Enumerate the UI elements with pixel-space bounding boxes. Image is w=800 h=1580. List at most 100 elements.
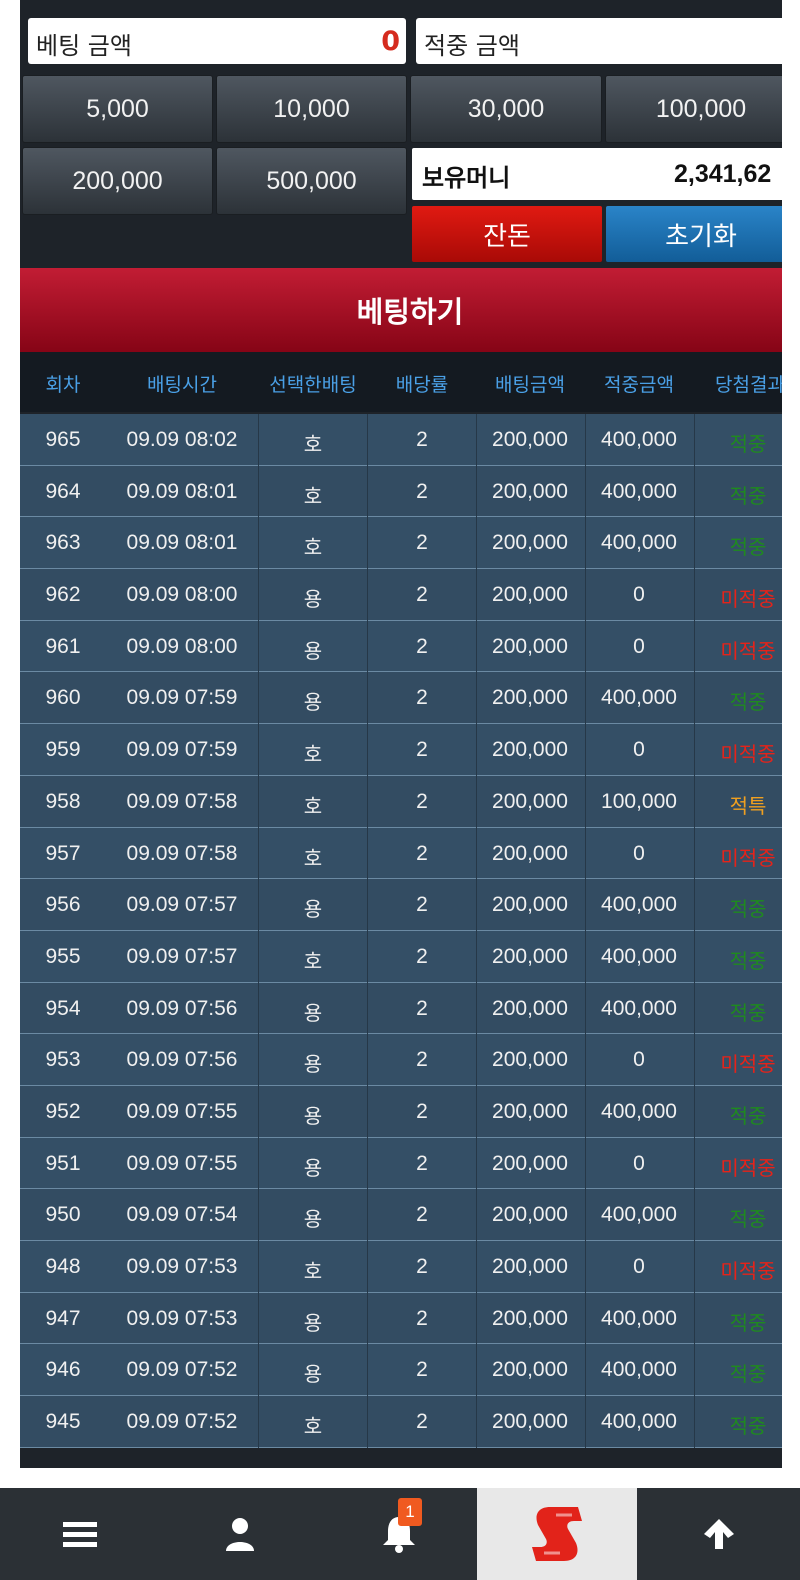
cell-pick: 호 <box>303 432 323 456</box>
cell-round: 946 <box>45 1358 81 1382</box>
cell-win-amount: 400,000 <box>601 1203 677 1227</box>
table-row: 946 09.09 07:52 용 2 200,000 400,000 적중 <box>20 1344 782 1397</box>
cell-win-amount: 0 <box>633 1151 645 1175</box>
cell-result: 적중 <box>729 1310 767 1335</box>
cell-result: 적중 <box>729 1207 767 1232</box>
table-row: 952 09.09 07:55 용 2 200,000 400,000 적중 <box>20 1085 782 1138</box>
cell-bet-amount: 200,000 <box>492 738 568 762</box>
cell-result: 적중 <box>729 483 767 508</box>
cell-win-amount: 400,000 <box>601 686 677 710</box>
chip-button-100000[interactable]: 100,000 <box>605 75 782 143</box>
table-row: 955 09.09 07:57 호 2 200,000 400,000 적중 <box>20 930 782 983</box>
header-round: 회차 <box>45 374 81 396</box>
column-divider <box>694 414 695 1448</box>
nav-scroll-top-button[interactable] <box>637 1488 800 1580</box>
cell-bet-amount: 200,000 <box>492 531 568 555</box>
cell-round: 963 <box>45 531 81 555</box>
cell-result: 적중 <box>729 1414 767 1439</box>
cell-odds: 2 <box>416 428 428 451</box>
header-time: 배팅시간 <box>147 374 217 396</box>
cell-result: 적중 <box>729 1362 767 1387</box>
logo-s-icon <box>532 1507 582 1561</box>
cell-time: 09.09 08:01 <box>126 531 238 555</box>
change-button[interactable]: 잔돈 <box>412 206 602 262</box>
nav-user-button[interactable] <box>160 1488 320 1580</box>
cell-time: 09.09 07:59 <box>126 686 238 710</box>
cell-result: 적중 <box>729 535 767 560</box>
cell-bet-amount: 200,000 <box>492 944 568 968</box>
chip-button-5000[interactable]: 5,000 <box>22 75 213 143</box>
table-row: 947 09.09 07:53 용 2 200,000 400,000 적중 <box>20 1292 782 1345</box>
cell-pick: 용 <box>303 1155 323 1180</box>
holding-money-value: 2,341,62 <box>674 160 772 188</box>
cell-bet-amount: 200,000 <box>492 841 568 865</box>
cell-win-amount: 0 <box>633 1255 645 1278</box>
cell-pick: 호 <box>303 742 323 767</box>
column-divider <box>585 414 586 1448</box>
cell-time: 09.09 07:56 <box>126 996 238 1020</box>
cell-result: 미적중 <box>720 742 776 767</box>
cell-round: 960 <box>45 686 81 710</box>
cell-pick: 호 <box>303 793 323 818</box>
cell-time: 09.09 08:00 <box>126 583 238 607</box>
cell-pick: 용 <box>303 1052 323 1077</box>
cell-odds: 2 <box>416 893 428 917</box>
cell-result: 미적중 <box>720 845 776 870</box>
table-row: 953 09.09 07:56 용 2 200,000 0 미적중 <box>20 1034 782 1086</box>
header-pick: 선택한배팅 <box>269 374 357 396</box>
cell-pick: 용 <box>303 690 323 715</box>
chip-button-10000[interactable]: 10,000 <box>216 75 407 143</box>
table-row: 959 09.09 07:59 호 2 200,000 0 미적중 <box>20 724 782 776</box>
holding-money-box: 보유머니 2,341,62 <box>412 148 782 200</box>
table-row: 960 09.09 07:59 용 2 200,000 400,000 적중 <box>20 672 782 725</box>
history-table-body: 965 09.09 08:02 호 2 200,000 400,000 적중 964 09.09… <box>20 414 782 1448</box>
table-row: 963 09.09 08:01 호 2 200,000 400,000 적중 <box>20 517 782 570</box>
cell-time: 09.09 07:57 <box>126 893 238 917</box>
chip-button-200000[interactable]: 200,000 <box>22 147 213 215</box>
chip-button-30000[interactable]: 30,000 <box>410 75 602 143</box>
bottom-navigation: 1 <box>0 1488 800 1580</box>
cell-time: 09.09 07:52 <box>126 1410 238 1434</box>
cell-bet-amount: 200,000 <box>492 1099 568 1123</box>
cell-time: 09.09 08:01 <box>126 479 238 503</box>
cell-pick: 호 <box>303 1259 323 1283</box>
nav-home-logo[interactable] <box>477 1488 637 1580</box>
cell-win-amount: 400,000 <box>601 479 677 503</box>
place-bet-button[interactable]: 베팅하기 <box>20 268 782 352</box>
cell-bet-amount: 200,000 <box>492 996 568 1020</box>
cell-time: 09.09 07:53 <box>126 1255 238 1278</box>
cell-win-amount: 0 <box>633 583 645 607</box>
holding-money-label: 보유머니 <box>422 164 511 192</box>
cell-odds: 2 <box>416 583 428 607</box>
cell-round: 962 <box>45 583 81 607</box>
cell-pick: 용 <box>303 638 323 663</box>
cell-bet-amount: 200,000 <box>492 1410 568 1434</box>
cell-bet-amount: 200,000 <box>492 479 568 503</box>
cell-time: 09.09 08:02 <box>126 428 238 451</box>
bet-amount-label: 베팅 금액 <box>36 32 132 60</box>
cell-pick: 호 <box>303 948 323 973</box>
cell-result: 미적중 <box>720 1155 776 1180</box>
table-row: 956 09.09 07:57 용 2 200,000 400,000 적중 <box>20 879 782 931</box>
cell-time: 09.09 08:00 <box>126 634 238 658</box>
cell-pick: 용 <box>303 1310 323 1335</box>
cell-round: 959 <box>45 738 81 762</box>
cell-time: 09.09 07:54 <box>126 1203 238 1227</box>
reset-button[interactable]: 초기화 <box>606 206 782 262</box>
cell-win-amount: 400,000 <box>601 893 677 917</box>
cell-odds: 2 <box>416 1410 428 1434</box>
cell-win-amount: 400,000 <box>601 1358 677 1382</box>
betting-panel: 베팅 금액 0 적중 금액 5,000 10,000 30,000 100,00… <box>20 0 782 1468</box>
cell-pick: 용 <box>303 1362 323 1387</box>
arrow-up-icon <box>703 1519 734 1549</box>
cell-result: 적중 <box>729 1103 767 1128</box>
nav-menu-button[interactable] <box>0 1488 160 1580</box>
cell-time: 09.09 07:55 <box>126 1099 238 1123</box>
cell-win-amount: 400,000 <box>601 531 677 555</box>
cell-odds: 2 <box>416 1203 428 1227</box>
chip-button-500000[interactable]: 500,000 <box>216 147 407 215</box>
cell-bet-amount: 200,000 <box>492 893 568 917</box>
cell-bet-amount: 200,000 <box>492 1151 568 1175</box>
table-row: 954 09.09 07:56 용 2 200,000 400,000 적중 <box>20 982 782 1035</box>
cell-result: 적특 <box>729 793 767 818</box>
